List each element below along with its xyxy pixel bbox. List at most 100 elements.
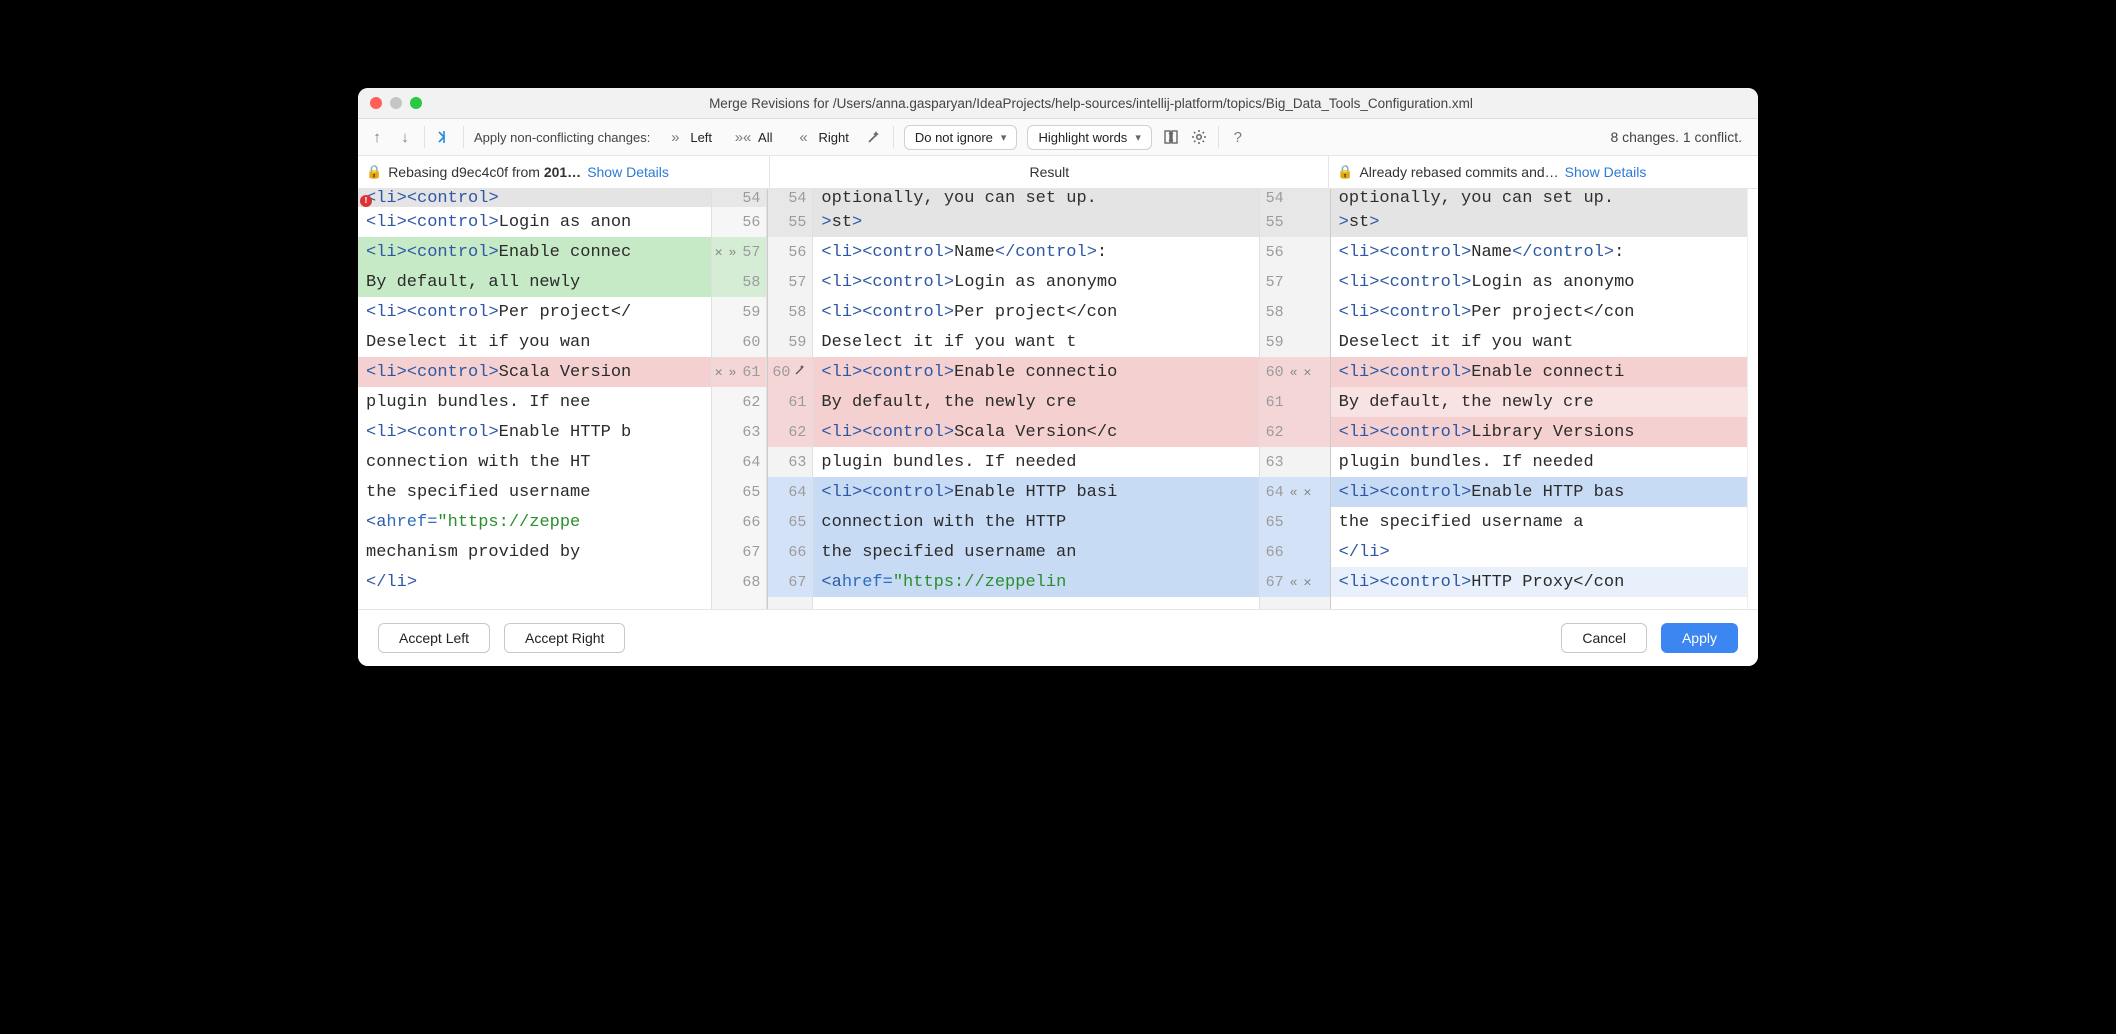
code-line[interactable]: <li><control>Per project</con (1331, 297, 1747, 327)
gutter-cell[interactable]: 62 (712, 387, 766, 417)
gutter-cell[interactable]: 65 (1260, 507, 1330, 537)
gear-icon[interactable] (1190, 128, 1208, 146)
gutter-cell[interactable]: 65 (768, 507, 812, 537)
apply-chunk-right-icon[interactable]: » (729, 365, 737, 380)
code-line[interactable]: <a href="https://zeppelin (813, 567, 1258, 597)
highlight-combo[interactable]: Highlight words ▾ (1027, 125, 1151, 150)
code-line[interactable]: <li><control> (358, 189, 711, 207)
gutter-cell[interactable]: 56 (1260, 237, 1330, 267)
code-line[interactable]: <li><control>Login as anon (358, 207, 711, 237)
compare-icon[interactable] (435, 128, 453, 146)
gutter-cell[interactable]: 63 (712, 417, 766, 447)
code-line[interactable]: the specified username (358, 477, 711, 507)
apply-chunk-right-icon[interactable]: » (729, 245, 737, 260)
code-line[interactable]: <li><control>Scala Version</c (813, 417, 1258, 447)
code-line[interactable]: <li><control>Per project</con (813, 297, 1258, 327)
code-line[interactable]: plugin bundles. If needed (1331, 447, 1747, 477)
gutter-cell[interactable]: 66 (712, 507, 766, 537)
gutter-cell[interactable]: 59 (712, 297, 766, 327)
right-code[interactable]: optionally, you can set up.>st><li><cont… (1331, 189, 1747, 609)
code-line[interactable]: <li><control>Enable HTTP basi (813, 477, 1258, 507)
gutter-cell[interactable]: 66 (768, 537, 812, 567)
left-pane[interactable]: ! <li><control><li><control>Login as ano… (358, 189, 768, 609)
gutter-cell[interactable]: 60 (712, 327, 766, 357)
gutter-cell[interactable]: 64«✕ (1260, 477, 1330, 507)
code-line[interactable]: <li><control>Scala Version (358, 357, 711, 387)
left-gutter[interactable]: 5456✕»57585960✕»6162636465666768 (711, 189, 767, 609)
code-line[interactable]: <li><control>Login as anonymo (813, 267, 1258, 297)
code-line[interactable]: <li><control>Enable connecti (1331, 357, 1747, 387)
gutter-cell[interactable]: 63 (1260, 447, 1330, 477)
gutter-cell[interactable]: 66 (1260, 537, 1330, 567)
magic-resolve-icon[interactable] (865, 128, 883, 146)
magic-resolve-chunk-icon[interactable] (794, 364, 806, 380)
code-line[interactable]: <li><control>HTTP Proxy</con (1331, 567, 1747, 597)
code-line[interactable]: the specified username an (813, 537, 1258, 567)
gutter-cell[interactable]: 62 (768, 417, 812, 447)
gutter-cell[interactable]: 64 (712, 447, 766, 477)
gutter-cell[interactable]: 67«✕ (1260, 567, 1330, 597)
gutter-cell[interactable]: 58 (1260, 297, 1330, 327)
show-details-right[interactable]: Show Details (1565, 164, 1647, 180)
gutter-cell[interactable]: 56 (712, 207, 766, 237)
center-gutter-right[interactable]: 54555657585960«✕61626364«✕656667«✕ (1259, 189, 1330, 609)
code-line[interactable]: Deselect it if you want t (813, 327, 1258, 357)
minimize-icon[interactable] (390, 97, 402, 109)
gutter-cell[interactable]: 54 (1260, 189, 1330, 207)
code-line[interactable]: By default, all newly (358, 267, 711, 297)
code-line[interactable]: >st> (1331, 207, 1747, 237)
gutter-cell[interactable]: 61 (1260, 387, 1330, 417)
code-line[interactable]: mechanism provided by (358, 537, 711, 567)
code-line[interactable]: optionally, you can set up. (1331, 189, 1747, 207)
apply-left-button[interactable]: » Left (660, 126, 718, 148)
gutter-cell[interactable]: 54 (712, 189, 766, 207)
gutter-cell[interactable]: 68 (712, 567, 766, 597)
ignore-whitespace-combo[interactable]: Do not ignore ▾ (904, 125, 1018, 150)
gutter-cell[interactable]: 55 (1260, 207, 1330, 237)
code-line[interactable]: the specified username a (1331, 507, 1747, 537)
error-marker-icon[interactable]: ! (360, 195, 372, 207)
gutter-cell[interactable]: 63 (768, 447, 812, 477)
code-line[interactable]: <li><control>Name</control>: (1331, 237, 1747, 267)
gutter-cell[interactable]: 59 (768, 327, 812, 357)
code-line[interactable]: <li><control>Enable HTTP b (358, 417, 711, 447)
code-line[interactable]: Deselect it if you wan (358, 327, 711, 357)
gutter-cell[interactable]: 57 (768, 267, 812, 297)
gutter-cell[interactable]: 56 (768, 237, 812, 267)
apply-all-button[interactable]: »« All (728, 126, 778, 148)
gutter-cell[interactable]: 61 (768, 387, 812, 417)
accept-left-button[interactable]: Accept Left (378, 623, 490, 653)
right-pane[interactable]: optionally, you can set up.>st><li><cont… (1331, 189, 1758, 609)
code-line[interactable]: By default, the newly cre (813, 387, 1258, 417)
gutter-cell[interactable]: 54 (768, 189, 812, 207)
code-line[interactable]: connection with the HTTP (813, 507, 1258, 537)
discard-icon[interactable]: ✕ (1303, 365, 1311, 380)
code-line[interactable]: plugin bundles. If needed (813, 447, 1258, 477)
gutter-cell[interactable]: 60«✕ (1260, 357, 1330, 387)
gutter-cell[interactable]: 64 (768, 477, 812, 507)
gutter-cell[interactable]: ✕»61 (712, 357, 766, 387)
code-line[interactable]: <a href="https://zeppe (358, 507, 711, 537)
apply-button[interactable]: Apply (1661, 623, 1738, 653)
gutter-cell[interactable]: 58 (712, 267, 766, 297)
gutter-cell[interactable]: 60 (768, 357, 812, 387)
code-line[interactable]: Deselect it if you want (1331, 327, 1747, 357)
apply-chunk-left-icon[interactable]: « (1290, 365, 1298, 380)
center-pane[interactable]: 5455565758596061626364656667 optionally,… (768, 189, 1330, 609)
maximize-icon[interactable] (410, 97, 422, 109)
show-details-left[interactable]: Show Details (587, 164, 669, 180)
close-icon[interactable] (370, 97, 382, 109)
code-line[interactable]: connection with the HT (358, 447, 711, 477)
gutter-cell[interactable]: 67 (768, 567, 812, 597)
code-line[interactable]: <li><control>Name</control>: (813, 237, 1258, 267)
code-line[interactable]: <li><control>Library Versions (1331, 417, 1747, 447)
code-line[interactable]: optionally, you can set up. (813, 189, 1258, 207)
help-icon[interactable]: ? (1229, 128, 1247, 146)
code-line[interactable]: <li><control>Enable connec (358, 237, 711, 267)
gutter-cell[interactable]: 55 (768, 207, 812, 237)
gutter-cell[interactable]: ✕»57 (712, 237, 766, 267)
code-line[interactable]: <li><control>Enable connectio (813, 357, 1258, 387)
apply-right-button[interactable]: « Right (788, 126, 854, 148)
cancel-button[interactable]: Cancel (1561, 623, 1647, 653)
apply-chunk-left-icon[interactable]: « (1290, 485, 1298, 500)
